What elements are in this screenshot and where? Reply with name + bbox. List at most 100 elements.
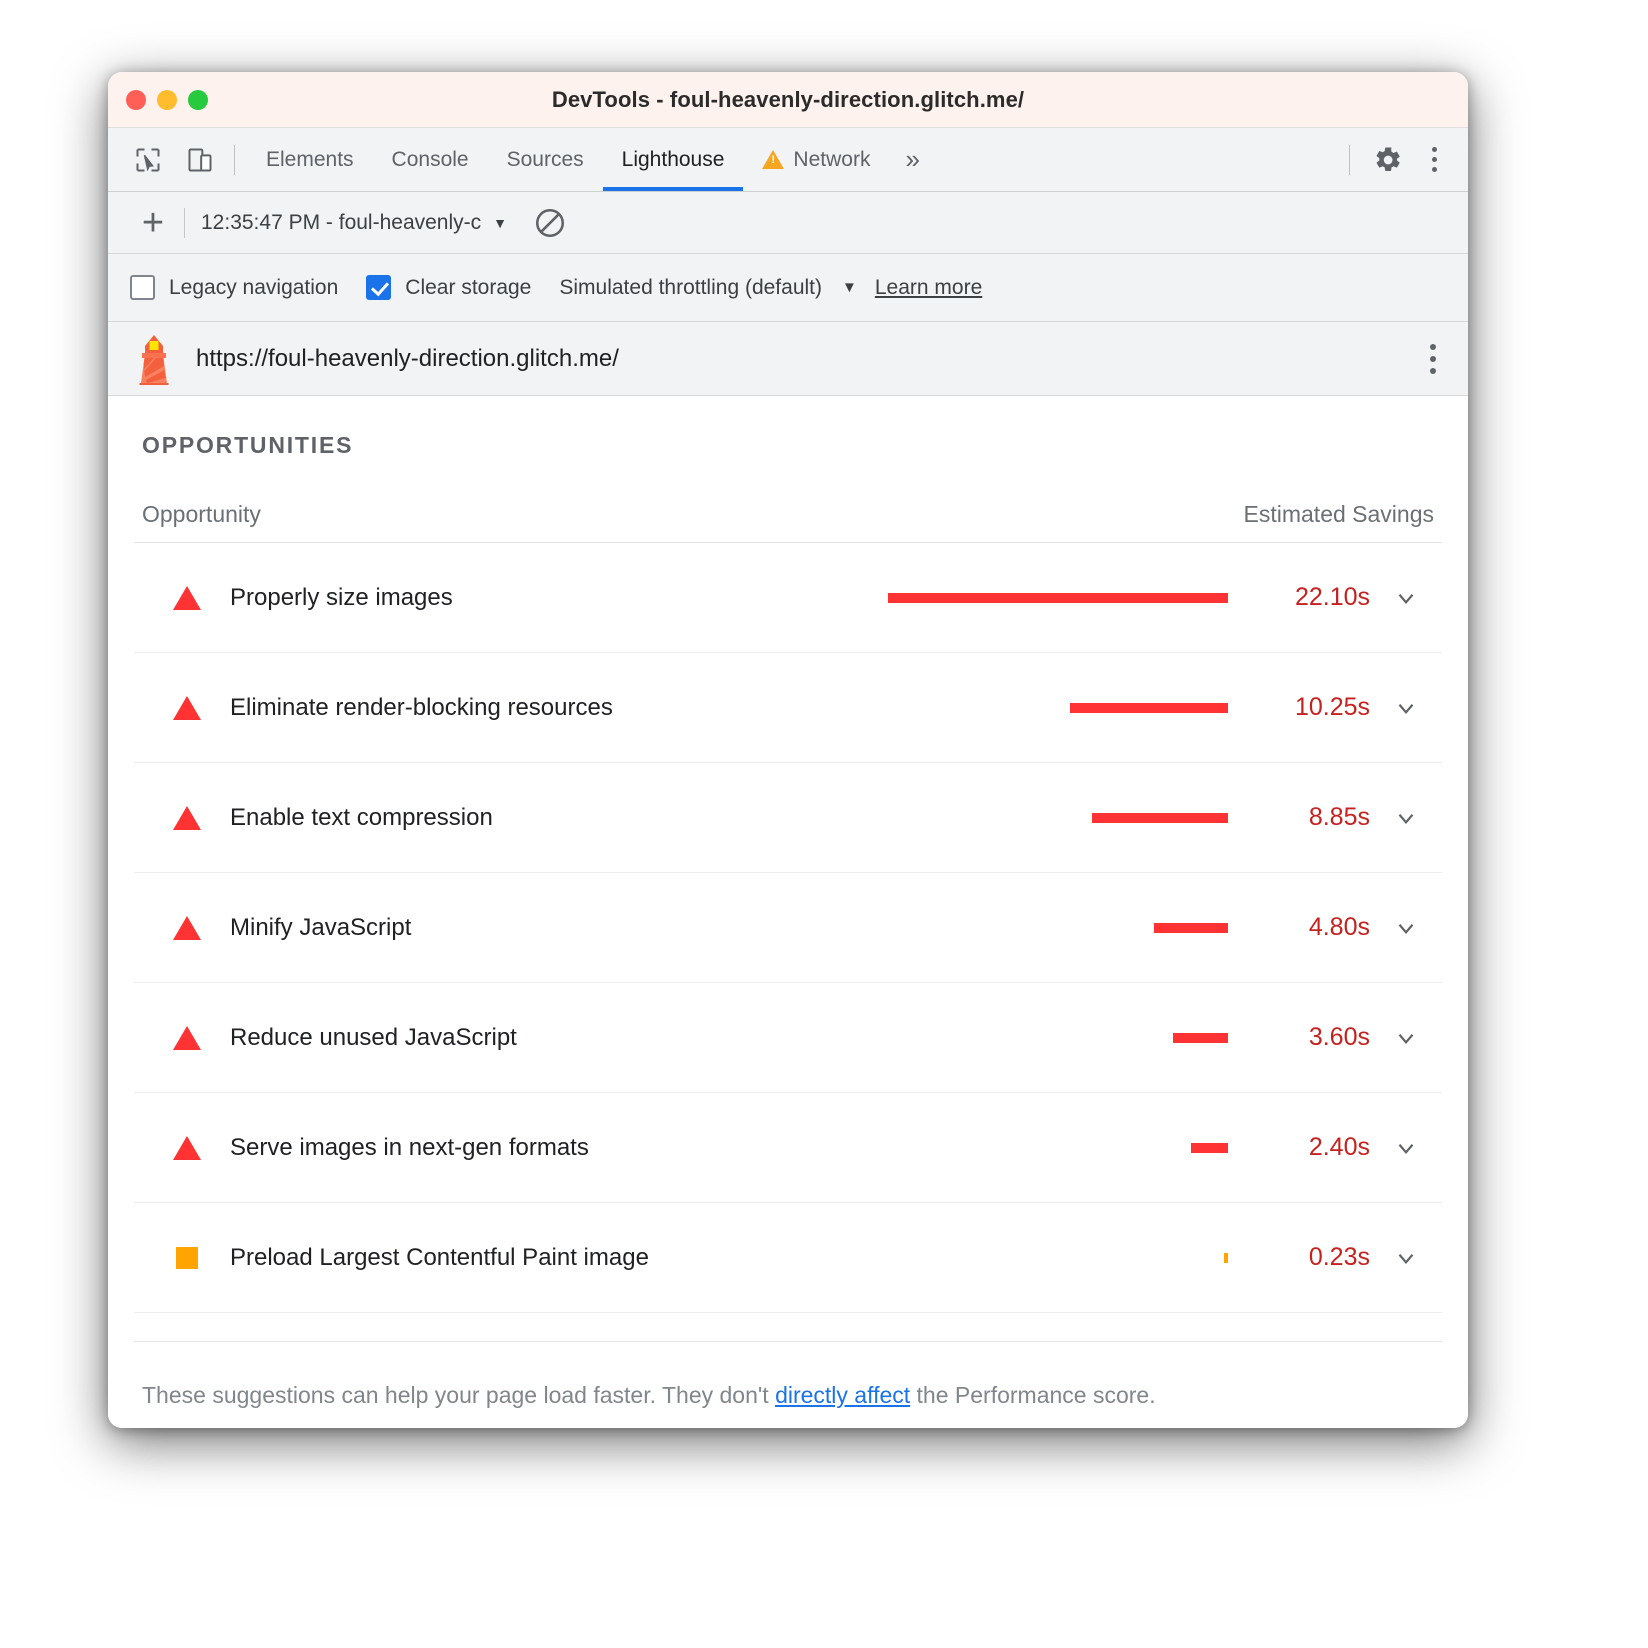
fail-triangle-icon xyxy=(166,586,208,610)
savings-bar xyxy=(1191,1143,1228,1153)
fail-triangle-icon xyxy=(166,1136,208,1160)
tabbar-right-icons xyxy=(1337,128,1468,191)
gear-icon[interactable] xyxy=(1366,138,1410,182)
device-toolbar-icon[interactable] xyxy=(178,138,222,182)
column-header-opportunity: Opportunity xyxy=(142,501,261,528)
checkbox-box-checked xyxy=(366,275,391,300)
savings-bar-cell xyxy=(878,1253,1228,1263)
kebab-dot xyxy=(1430,356,1436,362)
devtools-tabbar: Elements Console Sources Lighthouse Netw… xyxy=(108,128,1468,192)
opportunity-title: Preload Largest Contentful Paint image xyxy=(230,1244,649,1272)
inspect-cursor-icon[interactable] xyxy=(126,138,170,182)
lighthouse-icon xyxy=(132,333,176,385)
kebab-dot xyxy=(1430,368,1436,374)
screenshot-root: DevTools - foul-heavenly-direction.glitc… xyxy=(0,0,1648,1648)
savings-value: 10.25s xyxy=(1228,693,1378,722)
clear-storage-label: Clear storage xyxy=(405,276,531,300)
opportunities-table-header: Opportunity Estimated Savings xyxy=(134,459,1442,543)
fail-triangle-glyph xyxy=(173,916,201,940)
directly-affect-link[interactable]: directly affect xyxy=(775,1382,910,1408)
savings-bar xyxy=(1154,923,1228,933)
chevron-down-icon[interactable] xyxy=(1378,805,1434,831)
opportunity-row[interactable]: Minify JavaScript 4.80s xyxy=(134,873,1442,983)
opportunities-list: Properly size images22.10sEliminate rend… xyxy=(134,543,1442,1313)
devtools-menu-icon[interactable] xyxy=(1414,138,1454,182)
checkbox-box xyxy=(130,275,155,300)
kebab-dot xyxy=(1430,344,1436,350)
learn-more-link[interactable]: Learn more xyxy=(875,276,982,300)
report-url-bar: https://foul-heavenly-direction.glitch.m… xyxy=(108,322,1468,396)
chevron-down-icon[interactable] xyxy=(1378,915,1434,941)
throttling-select-value[interactable]: Simulated throttling (default) xyxy=(559,276,822,300)
maximize-button[interactable] xyxy=(188,90,208,110)
tabbar-right-divider xyxy=(1349,145,1350,175)
report-url: https://foul-heavenly-direction.glitch.m… xyxy=(196,345,619,373)
fail-triangle-glyph xyxy=(173,806,201,830)
chevron-down-icon[interactable] xyxy=(1378,1245,1434,1271)
clear-storage-checkbox[interactable]: Clear storage xyxy=(366,275,531,300)
chevron-down-icon[interactable] xyxy=(1378,585,1434,611)
lighthouse-toolbar: + 12:35:47 PM - foul-heavenly-c ▼ xyxy=(108,192,1468,254)
warning-triangle-icon xyxy=(762,150,784,169)
report-menu-icon[interactable] xyxy=(1420,338,1446,380)
opportunity-title: Enable text compression xyxy=(230,804,493,832)
tab-elements[interactable]: Elements xyxy=(247,128,373,191)
tab-network-label: Network xyxy=(793,148,870,172)
column-header-savings: Estimated Savings xyxy=(1244,501,1434,528)
opportunity-row[interactable]: Enable text compression8.85s xyxy=(134,763,1442,873)
opportunity-row[interactable]: Reduce unused JavaScript3.60s xyxy=(134,983,1442,1093)
fail-triangle-icon xyxy=(166,806,208,830)
savings-bar-cell xyxy=(878,593,1228,603)
legacy-navigation-label: Legacy navigation xyxy=(169,276,338,300)
tab-list: Elements Console Sources Lighthouse Netw… xyxy=(247,128,889,191)
chevron-down-icon[interactable] xyxy=(1378,695,1434,721)
lighthouse-report-body: OPPORTUNITIES Opportunity Estimated Savi… xyxy=(108,396,1468,1428)
chevron-down-icon[interactable] xyxy=(1378,1025,1434,1051)
savings-value: 4.80s xyxy=(1228,913,1378,942)
tab-overflow-button[interactable]: » xyxy=(889,128,935,191)
tab-network[interactable]: Network xyxy=(743,128,889,191)
savings-bar-cell xyxy=(878,703,1228,713)
tab-sources[interactable]: Sources xyxy=(488,128,603,191)
opportunity-row[interactable]: Eliminate render-blocking resources 10.25… xyxy=(134,653,1442,763)
opportunity-title: Minify JavaScript xyxy=(230,914,411,942)
opportunity-row[interactable]: Serve images in next-gen formats2.40s xyxy=(134,1093,1442,1203)
minimize-button[interactable] xyxy=(157,90,177,110)
tab-elements-label: Elements xyxy=(266,148,354,172)
opportunity-row[interactable]: Preload Largest Contentful Paint image 0.… xyxy=(134,1203,1442,1313)
savings-bar-cell xyxy=(878,1143,1228,1153)
opportunity-title: Eliminate render-blocking resources xyxy=(230,694,613,722)
savings-value: 0.23s xyxy=(1228,1243,1378,1272)
window-controls xyxy=(126,72,208,128)
chevron-down-icon[interactable]: ▼ xyxy=(842,279,857,296)
opportunity-row[interactable]: Properly size images22.10s xyxy=(134,543,1442,653)
savings-bar-cell xyxy=(878,813,1228,823)
kebab-dot xyxy=(1432,157,1437,162)
tabbar-left-icons xyxy=(108,128,222,191)
savings-bar xyxy=(1173,1033,1228,1043)
devtools-window: DevTools - foul-heavenly-direction.glitc… xyxy=(108,72,1468,1428)
tab-console[interactable]: Console xyxy=(373,128,488,191)
report-footnote: These suggestions can help your page loa… xyxy=(134,1341,1442,1409)
tab-lighthouse[interactable]: Lighthouse xyxy=(603,128,744,191)
average-square-glyph xyxy=(176,1247,198,1269)
tabbar-divider xyxy=(234,145,235,175)
fail-triangle-glyph xyxy=(173,1026,201,1050)
savings-value: 22.10s xyxy=(1228,583,1378,612)
no-entry-icon[interactable] xyxy=(533,206,567,240)
chevron-down-icon[interactable] xyxy=(1378,1135,1434,1161)
footnote-prefix: These suggestions can help your page loa… xyxy=(142,1382,775,1408)
window-titlebar: DevTools - foul-heavenly-direction.glitc… xyxy=(108,72,1468,128)
savings-bar xyxy=(1092,813,1228,823)
fail-triangle-glyph xyxy=(173,696,201,720)
tab-lighthouse-label: Lighthouse xyxy=(622,148,725,172)
new-report-button[interactable]: + xyxy=(130,204,176,242)
toolbar-divider xyxy=(184,208,185,238)
tab-sources-label: Sources xyxy=(507,148,584,172)
legacy-navigation-checkbox[interactable]: Legacy navigation xyxy=(130,275,338,300)
savings-bar-cell xyxy=(878,1033,1228,1043)
close-button[interactable] xyxy=(126,90,146,110)
opportunity-title: Serve images in next-gen formats xyxy=(230,1134,589,1162)
report-select-dropdown[interactable]: 12:35:47 PM - foul-heavenly-c ▼ xyxy=(201,211,507,235)
savings-bar xyxy=(1070,703,1228,713)
